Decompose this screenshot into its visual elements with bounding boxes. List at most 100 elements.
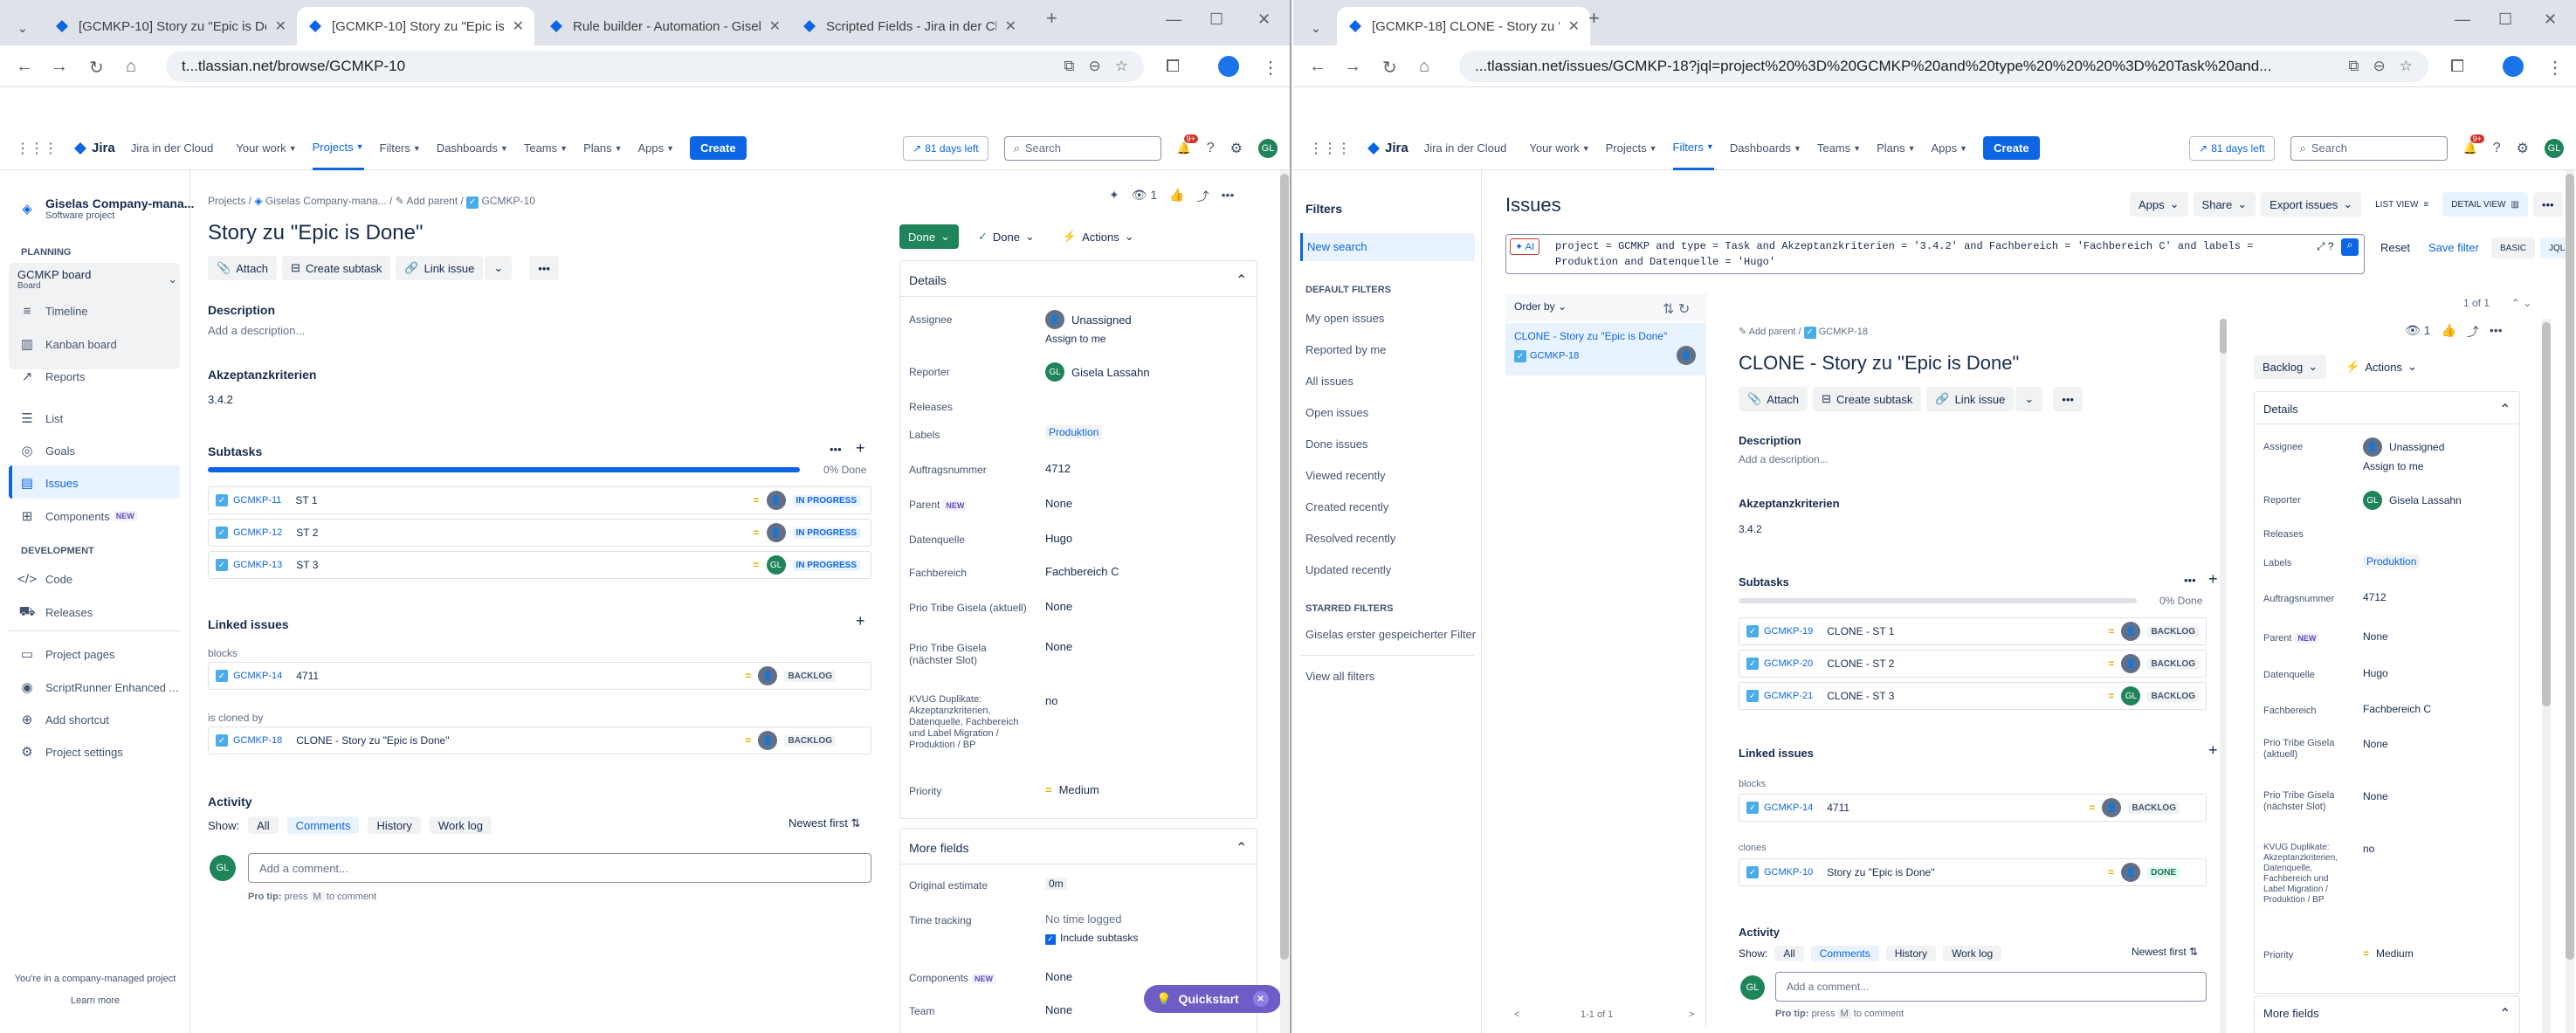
back-icon[interactable]: ← xyxy=(16,57,33,77)
kvug-value[interactable]: no xyxy=(1045,694,1057,707)
auftrag-value[interactable]: 4712 xyxy=(2363,591,2387,603)
subtask-title[interactable]: ST 2 xyxy=(296,527,753,539)
add-subtask-icon[interactable]: + xyxy=(2208,570,2218,589)
assign-to-me-link[interactable]: Assign to me xyxy=(1045,333,1105,345)
more-fields-heading[interactable]: More fields xyxy=(909,841,968,855)
save-filter-button[interactable]: Save filter xyxy=(2428,241,2479,254)
apps-button[interactable]: Apps ⌄ xyxy=(2130,192,2188,217)
crumb-project[interactable]: Giselas Company-mana... xyxy=(265,195,387,207)
add-subtask-icon[interactable]: + xyxy=(856,439,865,458)
scrollbar[interactable] xyxy=(2542,319,2551,1033)
fachbereich-value[interactable]: Fachbereich C xyxy=(2363,703,2431,715)
new-tab-icon[interactable]: + xyxy=(1588,7,1600,30)
datenquelle-value[interactable]: Hugo xyxy=(1045,532,1072,545)
search-input[interactable]: ⌕ Search xyxy=(2290,135,2448,161)
nav-dashboards[interactable]: Dashboards ▼ xyxy=(1730,141,1801,155)
sort-newest[interactable]: Newest first ⇅ xyxy=(2132,946,2198,958)
next-icon[interactable]: > xyxy=(1689,1009,1694,1020)
more-actions-button[interactable]: ••• xyxy=(2053,387,2083,411)
nav-filters[interactable]: Filters ▼ xyxy=(380,141,421,155)
status-lozenge[interactable]: IN PROGRESS xyxy=(792,559,860,571)
prio-akt-value[interactable]: None xyxy=(2363,738,2388,750)
link-issue-dropdown[interactable]: ⌄ xyxy=(485,256,513,280)
priority-value[interactable]: = Medium xyxy=(1045,783,1099,796)
issue-title[interactable]: Story zu "Epic is Done" xyxy=(208,221,423,245)
subtasks-more-icon[interactable]: ••• xyxy=(2184,574,2196,587)
status-lozenge[interactable]: BACKLOG xyxy=(784,734,836,747)
tab-search-button[interactable]: ⌄ xyxy=(7,9,45,47)
comment-input[interactable]: Add a comment... xyxy=(248,853,871,883)
share-icon[interactable]: ⤴ xyxy=(1197,188,1209,205)
nav-projects[interactable]: Projects ▼ xyxy=(312,127,364,170)
search-submit-icon[interactable]: ⌕ xyxy=(2341,238,2359,256)
linked-issue-row[interactable]: ✓ GCMKP-14 4711 = 👤 BACKLOG xyxy=(1739,794,2207,822)
sidebar-item-project-pages[interactable]: ▭ Project pages xyxy=(17,646,115,662)
trial-badge[interactable]: ↗ 81 days left xyxy=(903,135,988,161)
translate-icon[interactable]: ⧉ xyxy=(1064,58,1074,75)
prio-next-value[interactable]: None xyxy=(1045,640,1072,653)
ai-button[interactable]: ✦ AI xyxy=(1510,238,1540,255)
crumb-projects[interactable]: Projects xyxy=(208,195,245,207)
details-heading[interactable]: Details xyxy=(2263,403,2298,416)
label-chip[interactable]: Produktion xyxy=(1045,425,1103,439)
site-name[interactable]: Jira in der Cloud xyxy=(1424,141,1507,155)
prio-next-value[interactable]: None xyxy=(2363,790,2388,802)
profile-icon[interactable] xyxy=(1218,56,1239,77)
sort-icon[interactable]: ⇅ ↻ xyxy=(1663,300,1690,318)
forward-icon[interactable]: → xyxy=(51,57,68,77)
browser-tab[interactable]: Scripted Fields - Jira in der Cloud ✕ xyxy=(791,7,1027,45)
crumb-key[interactable]: GCMKP-18 xyxy=(1819,327,1868,337)
linked-issue-row[interactable]: ✓ GCMKP-10 Story zu "Epic is Done" = 👤 DONE xyxy=(1739,858,2207,886)
priority-value[interactable]: = Medium xyxy=(2363,947,2414,960)
minimize-icon[interactable]: — xyxy=(2455,10,2470,29)
reporter-value[interactable]: GL Gisela Lassahn xyxy=(2363,491,2462,510)
filter-item[interactable]: Updated recently xyxy=(1305,563,1391,576)
close-icon[interactable]: ✕ xyxy=(769,17,781,35)
nav-dashboards[interactable]: Dashboards ▼ xyxy=(437,141,508,155)
url-field[interactable]: ...tlassian.net/issues/GCMKP-18?jql=proj… xyxy=(1459,51,2428,82)
actions-dropdown[interactable]: ⚡ Actions ⌄ xyxy=(1054,224,1143,249)
extensions-icon[interactable]: ⧠ xyxy=(1166,57,1180,77)
actions-dropdown[interactable]: ⚡ Actions ⌄ xyxy=(2337,355,2426,379)
filter-worklog[interactable]: Work log xyxy=(1943,946,2002,961)
export-button[interactable]: Export issues ⌄ xyxy=(2261,192,2362,217)
detail-view-button[interactable]: DETAIL VIEW ▥ xyxy=(2442,192,2528,217)
auftrag-value[interactable]: 4712 xyxy=(1045,462,1071,475)
new-tab-icon[interactable]: + xyxy=(1046,7,1057,30)
prio-akt-value[interactable]: None xyxy=(1045,600,1072,613)
nav-plans[interactable]: Plans ▼ xyxy=(1877,141,1915,155)
result-title[interactable]: CLONE - Story zu "Epic is Done" xyxy=(1514,330,1667,342)
zoom-icon[interactable]: ⊖ xyxy=(2373,58,2386,75)
details-heading[interactable]: Details xyxy=(909,273,947,287)
create-button[interactable]: Create xyxy=(690,136,747,160)
tab-search-button[interactable]: ⌄ xyxy=(1300,9,1339,47)
browser-tab-active[interactable]: [GCMKP-10] Story zu "Epic is Done" ✕ xyxy=(297,7,534,45)
status-lozenge[interactable]: BACKLOG xyxy=(784,670,836,682)
subtask-row[interactable]: ✓ GCMKP-21 CLONE - ST 3 = GL BACKLOG xyxy=(1739,682,2207,710)
assign-to-me-link[interactable]: Assign to me xyxy=(2363,460,2423,472)
nav-apps[interactable]: Apps ▼ xyxy=(1932,141,1968,155)
new-search-link[interactable]: New search xyxy=(1307,240,1367,253)
share-button[interactable]: Share ⌄ xyxy=(2193,192,2256,217)
learn-more-link[interactable]: Learn more xyxy=(0,995,190,1006)
chevron-up-icon[interactable]: ⌃ xyxy=(1236,839,1247,857)
forward-icon[interactable]: → xyxy=(1344,57,1361,77)
list-view-button[interactable]: LIST VIEW ≡ xyxy=(2366,192,2437,217)
filter-all[interactable]: All xyxy=(1774,946,1804,961)
subtask-row[interactable]: ✓ GCMKP-20 CLONE - ST 2 = 👤 BACKLOG xyxy=(1739,650,2207,678)
bookmark-star-icon[interactable]: ☆ xyxy=(1115,58,1128,75)
crumb-add-parent[interactable]: Add parent xyxy=(406,195,458,207)
browser-tab[interactable]: [GCMKP-10] Story zu "Epic is Done" ✕ xyxy=(44,7,297,45)
assignee-value[interactable]: 👤 Unassigned xyxy=(1045,310,1132,329)
filter-item[interactable]: Open issues xyxy=(1305,406,1368,419)
filter-worklog[interactable]: Work log xyxy=(429,816,492,834)
profile-icon[interactable] xyxy=(2503,56,2524,77)
time-tracking-value[interactable]: No time logged xyxy=(1045,912,1121,926)
linked-title[interactable]: Story zu "Epic is Done" xyxy=(1827,866,2108,878)
subtask-key[interactable]: GCMKP-11 xyxy=(233,495,281,506)
home-icon[interactable]: ⌂ xyxy=(1419,57,1429,77)
scrollbar[interactable] xyxy=(2220,319,2227,1033)
issue-title[interactable]: CLONE - Story zu "Epic is Done" xyxy=(1739,352,2019,375)
subtask-row[interactable]: ✓ GCMKP-19 CLONE - ST 1 = 👤 BACKLOG xyxy=(1739,617,2207,645)
filter-item[interactable]: All issues xyxy=(1305,375,1353,388)
